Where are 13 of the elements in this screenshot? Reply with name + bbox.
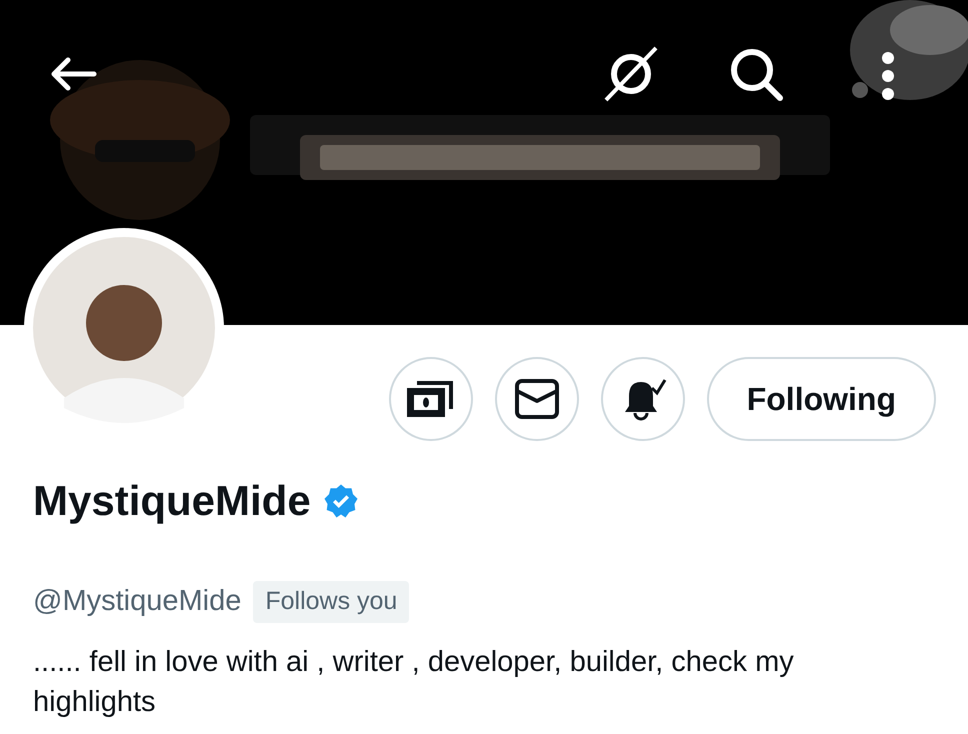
following-button[interactable]: Following bbox=[706, 357, 936, 441]
follows-you-label: Follows you bbox=[253, 581, 410, 622]
notifications-button[interactable] bbox=[600, 357, 685, 441]
message-button[interactable] bbox=[494, 357, 579, 441]
money-icon bbox=[406, 379, 455, 419]
back-arrow-icon[interactable] bbox=[50, 56, 98, 92]
more-icon[interactable] bbox=[880, 52, 896, 100]
tip-button[interactable] bbox=[388, 357, 473, 441]
display-name: MystiqueMide bbox=[33, 476, 311, 526]
search-icon[interactable] bbox=[728, 46, 784, 102]
user-handle: @MystiqueMide bbox=[33, 584, 242, 619]
profile-bio: ...... fell in love with ai , writer , developer, builder, check my highlights bbox=[33, 644, 795, 720]
envelope-icon bbox=[514, 379, 559, 419]
